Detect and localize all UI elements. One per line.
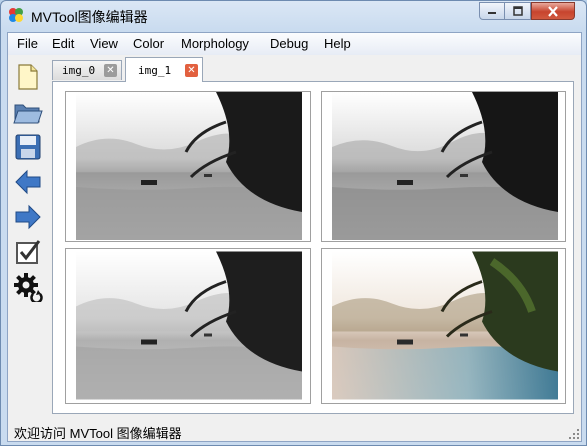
- status-text: 欢迎访问 MVTool 图像编辑器: [14, 426, 182, 441]
- toolbar: [8, 56, 52, 416]
- maximize-button[interactable]: [505, 2, 531, 20]
- settings-gear-icon: [14, 273, 43, 302]
- window-title: MVTool图像编辑器: [31, 9, 148, 25]
- minimize-button[interactable]: [479, 2, 505, 20]
- app-window: MVTool图像编辑器 File Edit View Color Morphol…: [0, 0, 587, 446]
- save-button[interactable]: [13, 132, 43, 162]
- status-bar: 欢迎访问 MVTool 图像编辑器: [8, 419, 581, 441]
- back-button[interactable]: [13, 167, 43, 197]
- image-grayscale-2: [332, 92, 558, 240]
- menu-color[interactable]: Color: [133, 36, 164, 51]
- menu-bar: File Edit View Color Morphology Debug He…: [8, 33, 581, 55]
- maximize-icon: [512, 6, 523, 16]
- minimize-icon: [488, 12, 496, 14]
- tab-img-0[interactable]: img_0 ✕: [52, 60, 122, 80]
- image-grayscale-3: [76, 251, 302, 400]
- image-color-original: [332, 251, 558, 400]
- title-bar[interactable]: MVTool图像编辑器: [1, 1, 586, 29]
- image-cell[interactable]: [65, 248, 311, 404]
- tab-bar: img_0 ✕ img_1 ✕: [52, 57, 575, 82]
- menu-view[interactable]: View: [90, 36, 118, 51]
- tab-close-icon[interactable]: ✕: [185, 64, 198, 77]
- image-cell[interactable]: [321, 248, 566, 404]
- open-folder-icon: [13, 104, 43, 124]
- image-panel: [52, 81, 574, 414]
- new-file-button[interactable]: [13, 62, 43, 92]
- back-arrow-icon: [15, 169, 41, 195]
- check-button[interactable]: [13, 237, 43, 267]
- resize-grip-icon[interactable]: [568, 428, 580, 440]
- image-cell[interactable]: [65, 91, 311, 242]
- tab-label: img_0: [62, 64, 96, 77]
- new-file-icon: [18, 64, 38, 90]
- save-disk-icon: [15, 134, 41, 160]
- app-logo-icon: [9, 8, 23, 22]
- menu-file[interactable]: File: [17, 36, 38, 51]
- menu-help[interactable]: Help: [324, 36, 351, 51]
- settings-button[interactable]: [13, 272, 43, 302]
- tab-label: img_1: [138, 64, 172, 77]
- tab-img-1[interactable]: img_1 ✕: [125, 57, 203, 82]
- checkbox-icon: [16, 240, 41, 264]
- menu-morphology[interactable]: Morphology: [181, 36, 249, 51]
- close-window-button[interactable]: [531, 2, 575, 20]
- image-grayscale-1: [76, 92, 302, 240]
- forward-arrow-icon: [15, 204, 41, 230]
- close-icon: [548, 5, 558, 17]
- tab-close-icon[interactable]: ✕: [104, 64, 117, 77]
- client-area: File Edit View Color Morphology Debug He…: [7, 32, 582, 442]
- menu-edit[interactable]: Edit: [52, 36, 74, 51]
- forward-button[interactable]: [13, 202, 43, 232]
- image-cell[interactable]: [321, 91, 566, 242]
- menu-debug[interactable]: Debug: [270, 36, 308, 51]
- open-folder-button[interactable]: [13, 97, 43, 127]
